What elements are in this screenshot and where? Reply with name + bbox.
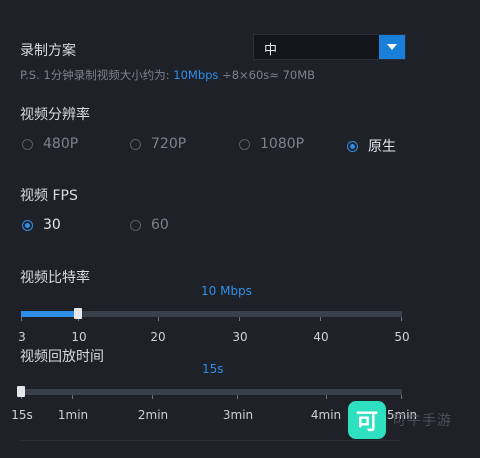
- tick-mark: [158, 317, 159, 321]
- bitrate-title: 视频比特率: [20, 270, 90, 286]
- resolution-option-label: 原生: [368, 139, 396, 155]
- resolution-option-label: 480P: [43, 136, 79, 152]
- size-hint-prefix: P.S. 1分钟录制视频大小约为:: [20, 68, 174, 82]
- bitrate-tick: 20: [150, 330, 166, 344]
- playback-tick: 2min: [137, 408, 169, 422]
- fps-option-60[interactable]: 60: [130, 217, 169, 233]
- playback-tick: 3min: [222, 408, 254, 422]
- divider: [20, 440, 400, 441]
- tick-mark: [152, 395, 153, 399]
- watermark-logo-icon: 可: [348, 401, 386, 439]
- resolution-title: 视频分辨率: [20, 107, 90, 123]
- bitrate-tick: 3: [18, 330, 26, 344]
- playback-slider[interactable]: [21, 389, 402, 399]
- radio-icon: [22, 138, 33, 150]
- tick-mark: [72, 395, 73, 399]
- record-plan-value: 中: [264, 43, 278, 58]
- radio-selected-icon: [347, 140, 358, 152]
- tick-mark: [239, 317, 240, 321]
- tick-mark: [401, 317, 402, 321]
- resolution-option-label: 720P: [151, 136, 187, 152]
- fps-option-30[interactable]: 30: [22, 217, 61, 233]
- playback-tick: 1min: [57, 408, 89, 422]
- resolution-option-1080p[interactable]: 1080P: [239, 136, 304, 152]
- radio-icon: [130, 219, 141, 231]
- resolution-option-label: 1080P: [260, 136, 305, 152]
- tick-mark: [21, 317, 22, 321]
- radio-icon: [130, 138, 141, 150]
- size-hint-rate: 10Mbps: [173, 68, 219, 82]
- radio-selected-icon: [22, 219, 33, 231]
- fps-option-label: 30: [43, 217, 61, 233]
- playback-tick: 4min: [310, 408, 342, 422]
- bitrate-slider-handle[interactable]: [74, 308, 82, 319]
- fps-title: 视频 FPS: [20, 188, 78, 204]
- size-hint: P.S. 1分钟录制视频大小约为: 10Mbps ÷8×60s≈ 70MB: [20, 67, 315, 83]
- record-plan-title: 录制方案: [20, 43, 76, 59]
- playback-value-label: 15s: [202, 362, 224, 376]
- tick-mark: [237, 395, 238, 399]
- radio-icon: [239, 138, 250, 150]
- tick-mark: [320, 317, 321, 321]
- size-hint-suffix: ÷8×60s≈ 70MB: [218, 68, 316, 82]
- bitrate-tick: 10: [71, 330, 87, 344]
- fps-option-label: 60: [151, 217, 169, 233]
- bitrate-tick: 40: [313, 330, 329, 344]
- bitrate-tick: 50: [394, 330, 410, 344]
- resolution-option-720p[interactable]: 720P: [130, 136, 186, 152]
- bitrate-tick: 30: [232, 330, 248, 344]
- playback-title: 视频回放时间: [20, 349, 104, 365]
- playback-tick: 15s: [11, 408, 33, 422]
- playback-slider-handle[interactable]: [17, 386, 25, 397]
- resolution-option-native[interactable]: 原生: [347, 136, 396, 156]
- tick-mark: [326, 395, 327, 399]
- tick-mark: [401, 395, 402, 399]
- resolution-option-480p[interactable]: 480P: [22, 136, 78, 152]
- watermark-text: 可牛手游: [392, 413, 452, 429]
- chevron-down-icon[interactable]: [379, 35, 405, 59]
- bitrate-value-label: 10 Mbps: [201, 284, 252, 298]
- logo-glyph: 可: [355, 410, 378, 435]
- record-plan-dropdown[interactable]: 中: [253, 34, 406, 60]
- bitrate-slider-fill: [21, 311, 78, 317]
